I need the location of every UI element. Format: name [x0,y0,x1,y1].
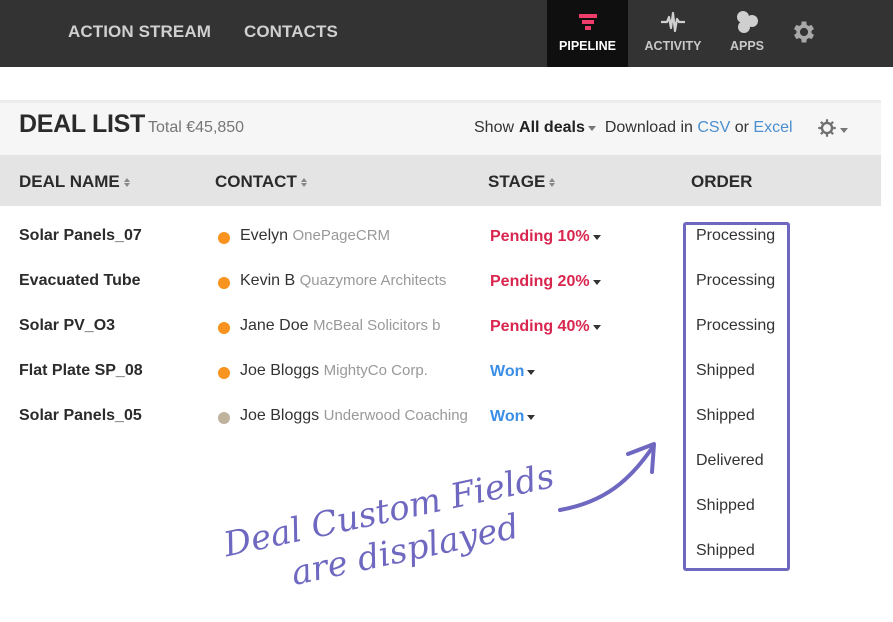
chevron-down-icon [592,324,601,330]
order-value: Shipped [696,407,755,424]
deal-name-link[interactable]: Evacuated Tube [19,272,141,290]
nav-tab-activity-label: ACTIVITY [644,39,702,53]
column-label: STAGE [488,172,546,191]
contact-link[interactable]: Jane Doe McBeal Solicitors b [240,317,441,335]
or-label: or [734,119,749,136]
contact-name: Kevin B [240,272,296,289]
contact-link[interactable]: Evelyn OnePageCRM [240,227,390,245]
column-label: DEAL NAME [19,172,120,191]
contact-link[interactable]: Kevin B Quazymore Architects [240,272,446,290]
chevron-down-icon [840,128,848,133]
contact-company: MightyCo Corp. [323,362,428,379]
contact-company: OnePageCRM [292,227,391,244]
stage-dropdown[interactable]: Won [490,408,536,426]
contact-name: Joe Bloggs [240,362,320,379]
deal-filter-dropdown[interactable]: All deals [519,119,585,137]
chevron-down-icon [527,369,536,375]
annotation: Deal Custom Fields are displayed [219,442,656,590]
contact-company: McBeal Solicitors b [312,317,441,334]
order-value: Processing [696,272,776,289]
nav-tab-pipeline-label: PIPELINE [559,39,616,53]
deal-name-link[interactable]: Solar PV_O3 [19,317,115,335]
download-csv-link[interactable]: CSV [697,119,730,137]
contact-link[interactable]: Joe Bloggs MightyCo Corp. [240,362,428,380]
column-label: ORDER [691,172,753,191]
table-row[interactable]: Evacuated Tube Kevin B Quazymore Architec… [0,272,680,317]
column-header-deal-name[interactable]: DEAL NAME [19,172,130,192]
nav-tab-activity[interactable]: ACTIVITY [628,0,718,67]
show-label: Show [474,119,515,136]
stage-dropdown[interactable]: Pending 10% [490,228,601,246]
contact-link[interactable]: Joe Bloggs Underwood Coaching [240,407,468,425]
order-value: Shipped [696,497,755,514]
stage-dropdown[interactable]: Pending 20% [490,273,601,291]
column-header-stage[interactable]: STAGE [488,172,556,192]
sort-icon [549,177,556,187]
nav-right: PIPELINE ACTIVITY APPS [547,0,832,67]
contact-status-dot [218,277,230,289]
table-row[interactable]: Solar Panels_07 Evelyn OnePageCRM Pending … [0,227,680,272]
nav-settings[interactable] [776,0,832,67]
order-value: Delivered [696,452,764,469]
chevron-down-icon [592,279,601,285]
nav-tab-apps-label: APPS [729,39,765,53]
table-row[interactable]: Solar PV_O3 Jane Doe McBeal Solicitors b P… [0,317,680,362]
deals-total: Total €45,850 [148,119,245,136]
order-value: Shipped [696,542,755,559]
contact-status-dot [218,232,230,244]
order-value: Processing [696,317,776,334]
sort-icon [123,177,130,187]
contact-name: Evelyn [240,227,289,244]
download-excel-link[interactable]: Excel [753,119,792,137]
stage-dropdown[interactable]: Pending 40% [490,318,601,336]
stage-label: Won [490,408,525,425]
stage-label: Pending 40% [490,318,590,335]
stage-dropdown[interactable]: Won [490,363,536,381]
contact-status-dot [218,367,230,379]
top-nav-bar: ACTION STREAM CONTACTS PIPELINE ACTIVITY [0,0,893,67]
contact-company: Quazymore Architects [299,272,447,289]
nav-tab-pipeline[interactable]: PIPELINE [547,0,628,67]
deal-name-link[interactable]: Solar Panels_07 [19,227,142,245]
column-header-contact[interactable]: CONTACT [215,172,307,192]
page-title: DEAL LIST [19,110,146,138]
list-settings-button[interactable] [816,117,857,144]
order-value: Shipped [696,362,755,379]
nav-tab-apps[interactable]: APPS [718,0,776,67]
sort-icon [300,177,307,187]
download-label: Download in [604,119,693,136]
nav-left: ACTION STREAM CONTACTS [68,22,338,42]
contact-company: Underwood Coaching [323,407,468,424]
contact-status-dot [218,322,230,334]
stage-label: Pending 10% [490,228,590,245]
nav-contacts[interactable]: CONTACTS [244,22,338,42]
stage-label: Won [490,363,525,380]
chevron-down-icon [592,234,601,240]
column-header-order: ORDER [691,172,752,192]
toolbar: Show All deals Download in CSV or Excel [474,119,793,137]
arrow-icon [558,446,654,512]
order-value: Processing [696,227,776,244]
chevron-down-icon [527,414,536,420]
column-label: CONTACT [215,172,297,191]
gear-icon [816,117,838,144]
funnel-icon [578,9,598,35]
chevron-down-icon[interactable] [587,125,596,131]
deal-name-link[interactable]: Solar Panels_05 [19,407,142,425]
contact-status-dot [218,412,230,424]
stage-label: Pending 20% [490,273,590,290]
pulse-icon [660,9,686,35]
table-row[interactable]: Flat Plate SP_08 Joe Bloggs MightyCo Corp… [0,362,680,407]
nav-action-stream[interactable]: ACTION STREAM [68,22,211,42]
contact-name: Joe Bloggs [240,407,320,424]
apps-bubbles-icon [735,9,759,35]
gear-icon [790,18,818,49]
deal-name-link[interactable]: Flat Plate SP_08 [19,362,143,380]
contact-name: Jane Doe [240,317,309,334]
